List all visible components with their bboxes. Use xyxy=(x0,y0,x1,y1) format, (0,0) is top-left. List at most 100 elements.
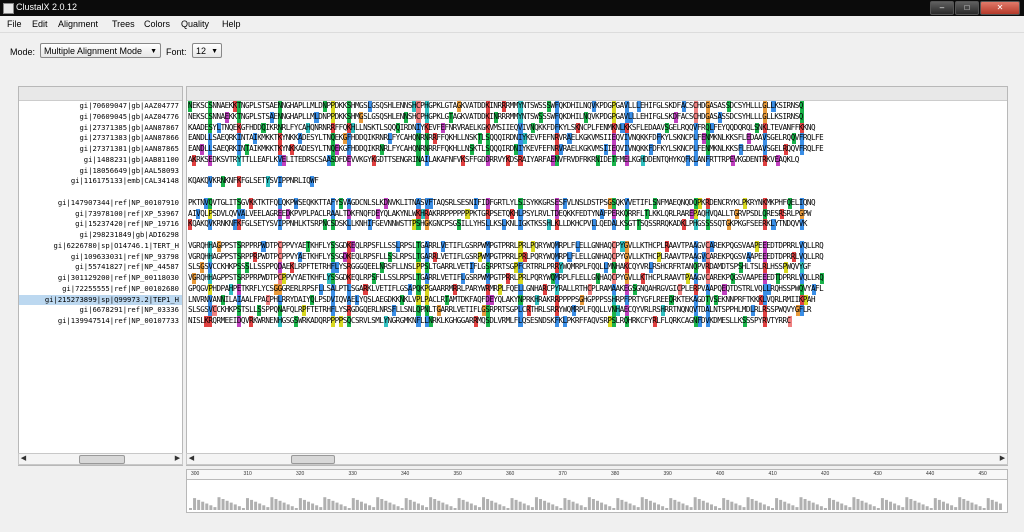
sequence-text: NEKSCSNNAEKKTNGPLSTSAENNGHAPLLMLDNPPDKKS… xyxy=(188,101,803,110)
sequence-name[interactable]: gi|27371381|gb|AAN87865 xyxy=(19,144,182,155)
quality-bar xyxy=(864,502,868,510)
sequence-row[interactable]: EANDLLSAEQRKINTAIKMKKTKYNKKADESYLTNQEKGF… xyxy=(187,133,1007,144)
sequence-name[interactable]: gi|298231849|gb|ADI6298 xyxy=(19,230,182,241)
quality-bar xyxy=(921,504,925,510)
sequence-row[interactable]: NISLKRQRMEEIDQVRKWRNENHGSGSWRKADQRPPPPSQ… xyxy=(187,316,1007,327)
scroll-left-icon[interactable]: ◀ xyxy=(19,454,28,464)
quality-bar xyxy=(209,505,213,510)
quality-bar xyxy=(974,504,978,510)
quality-bar xyxy=(587,497,591,510)
sequence-names-panel[interactable]: gi|70609047|gb|AAZ04777 gi|70609045|gb|AA… xyxy=(18,86,183,466)
sequence-name[interactable]: gi|73978100|ref|XP_53967 xyxy=(19,209,182,220)
alignment-horizontal-scrollbar[interactable]: ◀ ▶ xyxy=(186,453,1008,465)
minimize-button[interactable]: – xyxy=(930,1,954,15)
sequence-name[interactable]: gi|18056649|gb|AAL58093 xyxy=(19,166,182,177)
quality-bar xyxy=(453,508,457,510)
quality-bar xyxy=(364,503,368,510)
sequence-row[interactable]: GPQGVPHDPAHPETKRFLYCSGGGRERLRPSFLLSALPTL… xyxy=(187,283,1007,295)
ruler-tick-label: 320 xyxy=(296,471,305,477)
sequence-row[interactable]: SLSGSVCCKHKPSTSLLSSPPQNAFQLRPFTETRHFLYSR… xyxy=(187,305,1007,316)
sequence-name[interactable]: gi|27371385|gb|AAN87867 xyxy=(19,123,182,134)
ruler-tick-label: 340 xyxy=(401,471,410,477)
sequence-name[interactable] xyxy=(19,187,182,198)
sequence-row[interactable]: VGRQHHAGPPSTSRPPRPWDTPCPPVYAETKHFLYSSGDK… xyxy=(187,251,1007,263)
sequence-row[interactable]: AIVQLPSDVLQVVALVEELAGREEDKPVPLPACLRAALTD… xyxy=(187,208,1007,220)
sequence-name[interactable]: gi|72255555|ref|NP_00102680 xyxy=(19,284,182,295)
quality-bar xyxy=(433,499,437,510)
quality-bar xyxy=(510,498,514,510)
font-select[interactable]: 12 ▼ xyxy=(192,43,222,58)
quality-bar xyxy=(616,498,620,510)
menu-trees[interactable]: Trees xyxy=(112,19,135,29)
ruler-tick-label: 380 xyxy=(611,471,620,477)
sequence-text: LNVRNVANNILAIAALFPACPHLRRYDAIYQLPSDVIQVA… xyxy=(188,294,816,304)
quality-bar xyxy=(526,505,530,510)
quality-bar xyxy=(876,508,880,510)
scroll-thumb[interactable] xyxy=(79,455,125,464)
sequence-name[interactable]: gi|6678291|ref|NP_03336 xyxy=(19,305,182,316)
sequence-name[interactable]: gi|116175133|emb|CAL34148 xyxy=(19,176,182,187)
menu-alignment[interactable]: Alignment xyxy=(58,19,98,29)
quality-bar xyxy=(539,499,543,510)
menu-quality[interactable]: Quality xyxy=(181,19,209,29)
menu-help[interactable]: Help xyxy=(222,19,241,29)
sequence-name[interactable]: gi|147907344|ref|NP_00107910 xyxy=(19,198,182,209)
quality-bar xyxy=(563,498,567,510)
menu-file[interactable]: File xyxy=(7,19,22,29)
quality-bar xyxy=(783,501,787,510)
sequence-row[interactable]: PKTNVQVTGLITSGVKKTKTFQLQKPWSEQKKTTAFYSVA… xyxy=(187,197,1007,209)
sequence-row[interactable]: KQAKQVKRNKNFKFGLSETYSVIPPNRLIQWF xyxy=(187,176,1007,187)
sequence-name[interactable]: gi|70609047|gb|AAZ04777 xyxy=(19,101,182,112)
sequence-row[interactable]: KAADESYLTNQEKGFHDDQIKRNRLFYCAHQNRNRRFFQK… xyxy=(187,122,1007,134)
quality-bar xyxy=(693,497,697,510)
quality-bar xyxy=(571,501,575,510)
quality-bar xyxy=(950,505,954,510)
quality-bar xyxy=(819,506,823,510)
sequence-row[interactable]: VGRQHHAGPPSTSRPPRPWDTPCPPVYAETKHFLYSSGDK… xyxy=(187,240,1007,252)
sequence-row[interactable] xyxy=(187,166,1007,177)
quality-bar xyxy=(408,499,412,510)
sequence-row[interactable] xyxy=(187,187,1007,198)
sequence-name[interactable]: gi|215273899|sp|Q99973.2|TEP1_H xyxy=(19,294,182,306)
sequence-row[interactable]: LNVRNVANNILAIAALFPACPHLRRYDAIYQLPSDVIQVA… xyxy=(187,294,1007,306)
sequence-name[interactable]: gi|301129200|ref|NP_00118030 xyxy=(19,273,182,284)
quality-bar xyxy=(970,502,974,510)
names-horizontal-scrollbar[interactable]: ◀ ▶ xyxy=(18,453,183,465)
sequence-row[interactable] xyxy=(187,230,1007,241)
scroll-right-icon[interactable]: ▶ xyxy=(998,454,1007,464)
sequence-name[interactable]: gi|139947514|ref|NP_00107733 xyxy=(19,316,182,327)
sequence-text: SLSGSVCCKHKPSTSLLSSPPQNAFQLRPFTETRHFLYSR… xyxy=(188,305,812,315)
quality-bar xyxy=(498,504,502,510)
sequence-row[interactable]: EANDLLSAEQRKINTAIKMKKTKYNKKADESYLTNQEKGF… xyxy=(187,144,1007,155)
menu-colors[interactable]: Colors xyxy=(144,19,170,29)
menu-edit[interactable]: Edit xyxy=(32,19,48,29)
sequence-row[interactable]: SLSGSVCCKHKPSSSLLSSPPQDAEKLRPFTETRHFLYSR… xyxy=(187,262,1007,273)
sequence-name[interactable]: gi|15237420|ref|NP_19716 xyxy=(19,219,182,230)
sequence-name[interactable]: gi|1488231|gb|AAB81100 xyxy=(19,155,182,166)
scroll-left-icon[interactable]: ◀ xyxy=(187,454,196,464)
sequence-row[interactable]: NEKSCSNNAEKKTNGPLSTSAENNGHAPLLMLDNPPDKKS… xyxy=(187,111,1007,123)
sequence-row[interactable]: VGRQHHAGPPSTSRPPRPWDTPCPPVYAETKHFLYSSGDK… xyxy=(187,273,1007,284)
sequence-name[interactable]: gi|109633031|ref|NP_93798 xyxy=(19,252,182,263)
quality-bar xyxy=(262,505,266,510)
quality-bar xyxy=(758,502,762,510)
quality-bar xyxy=(380,499,384,510)
quality-bar xyxy=(978,506,982,510)
sequence-row[interactable]: NEKSCSNNAEKKTNGPLSTSAENNGHAPLLMLDNPPDKKS… xyxy=(187,101,1007,112)
scroll-right-icon[interactable]: ▶ xyxy=(173,454,182,464)
alignment-panel[interactable]: NEKSCSNNAEKKTNGPLSTSAENNGHAPLLMLDNPPDKKS… xyxy=(186,86,1008,466)
sequence-name[interactable]: gi|27371383|gb|AAN87866 xyxy=(19,133,182,144)
quality-bar xyxy=(714,506,718,510)
sequence-name[interactable]: gi|55741827|ref|NP_44587 xyxy=(19,262,182,273)
sequence-text: EANDLLSAEQRKINTAIKMKKTKYNKKADESYLTNQEKGF… xyxy=(188,144,824,153)
mode-select[interactable]: Multiple Alignment Mode ▼ xyxy=(40,43,161,58)
quality-bar xyxy=(986,498,990,510)
sequence-name[interactable]: gi|6226780|sp|O14746.1|TERT_H xyxy=(19,241,182,252)
close-button[interactable]: ✕ xyxy=(980,1,1020,15)
quality-bar xyxy=(193,498,197,510)
sequence-name[interactable]: gi|70609045|gb|AAZ04776 xyxy=(19,112,182,123)
sequence-row[interactable]: KQAKQVKRNKNFKFGLSETYSVIPPNHLKTSRPNCSDSKL… xyxy=(187,219,1007,230)
maximize-button[interactable]: □ xyxy=(955,1,979,15)
sequence-row[interactable]: AKRKSEDKSVTRYTTLLEAFLKVELITEDRSCSAASDFDE… xyxy=(187,154,1007,166)
scroll-thumb[interactable] xyxy=(291,455,335,464)
